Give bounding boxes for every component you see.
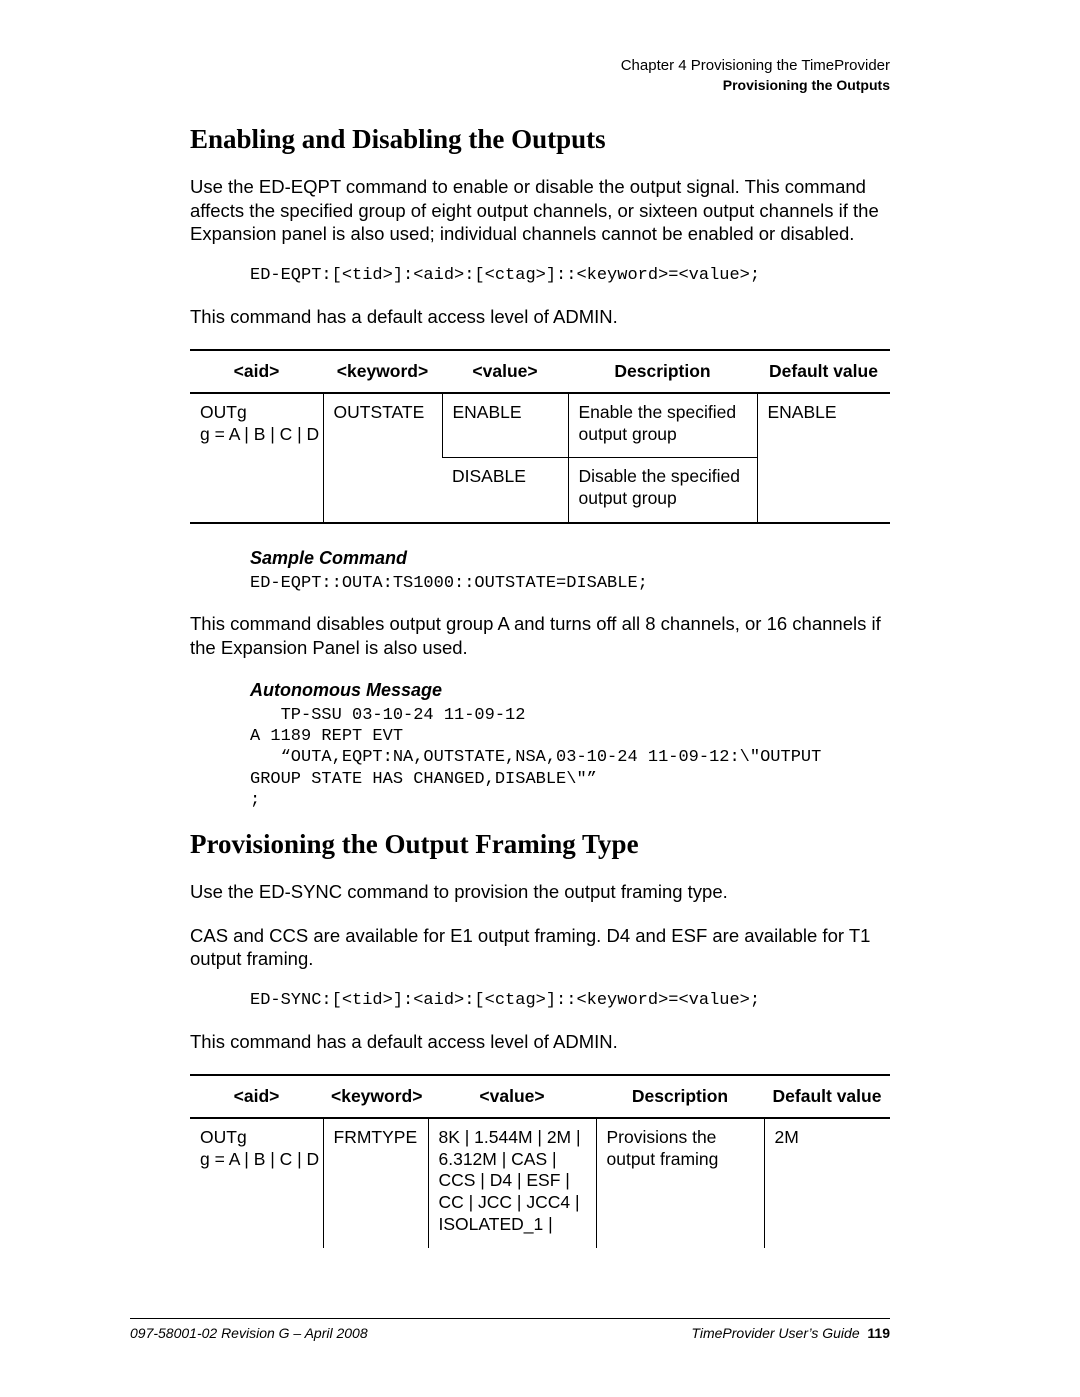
- cell-text: Enable the specified output group: [568, 393, 757, 458]
- cell-text: g = A | B | C | D: [200, 1149, 319, 1169]
- cell-text: FRMTYPE: [323, 1118, 428, 1248]
- table-header-row: <aid> <keyword> <value> Description Defa…: [190, 350, 890, 393]
- col-value: <value>: [442, 350, 568, 393]
- running-header: Chapter 4 Provisioning the TimeProvider …: [621, 56, 890, 94]
- col-default: Default value: [764, 1075, 890, 1118]
- footer-title-page: TimeProvider User’s Guide 119: [691, 1325, 890, 1341]
- command-syntax: ED-SYNC:[<tid>]:<aid>:[<ctag>]::<keyword…: [250, 991, 890, 1010]
- cell-text: OUTg: [200, 402, 247, 422]
- header-section: Provisioning the Outputs: [621, 76, 890, 94]
- body-text: Use the ED-EQPT command to enable or dis…: [190, 175, 890, 246]
- body-text: Use the ED-SYNC command to provision the…: [190, 880, 890, 904]
- autonomous-message-heading: Autonomous Message: [250, 680, 890, 701]
- page-footer: 097-58001-02 Revision G – April 2008 Tim…: [130, 1318, 890, 1341]
- cell-text: 8K | 1.544M | 2M | 6.312M | CAS | CCS | …: [428, 1118, 596, 1248]
- col-value: <value>: [428, 1075, 596, 1118]
- col-description: Description: [596, 1075, 764, 1118]
- command-syntax: ED-EQPT:[<tid>]:<aid>:[<ctag>]::<keyword…: [250, 266, 890, 285]
- body-text: This command has a default access level …: [190, 1030, 890, 1054]
- parameter-table: <aid> <keyword> <value> Description Defa…: [190, 1074, 890, 1248]
- cell-text: OUTSTATE: [323, 393, 442, 524]
- page: Chapter 4 Provisioning the TimeProvider …: [0, 0, 1080, 1397]
- cell-text: 2M: [764, 1118, 890, 1248]
- cell-text: OUTg: [200, 1127, 247, 1147]
- table-row: OUTg g = A | B | C | D FRMTYPE 8K | 1.54…: [190, 1118, 890, 1248]
- footer-title: TimeProvider User’s Guide: [691, 1325, 859, 1341]
- col-keyword: <keyword>: [323, 350, 442, 393]
- header-chapter: Chapter 4 Provisioning the TimeProvider: [621, 56, 890, 76]
- section-heading: Enabling and Disabling the Outputs: [190, 124, 890, 155]
- page-number: 119: [867, 1325, 890, 1341]
- body-text: This command has a default access level …: [190, 305, 890, 329]
- cell-text: g = A | B | C | D: [200, 424, 319, 444]
- cell-text: Provisions the output framing: [596, 1118, 764, 1248]
- body-text: CAS and CCS are available for E1 output …: [190, 924, 890, 971]
- col-keyword: <keyword>: [323, 1075, 428, 1118]
- col-description: Description: [568, 350, 757, 393]
- col-aid: <aid>: [190, 350, 323, 393]
- col-default: Default value: [757, 350, 890, 393]
- col-aid: <aid>: [190, 1075, 323, 1118]
- parameter-table: <aid> <keyword> <value> Description Defa…: [190, 349, 890, 525]
- section-heading: Provisioning the Output Framing Type: [190, 829, 890, 860]
- cell-text: Disable the specified output group: [568, 458, 757, 523]
- body-text: This command disables output group A and…: [190, 612, 890, 659]
- sample-command-heading: Sample Command: [250, 548, 890, 569]
- autonomous-message-code: TP-SSU 03-10-24 11-09-12 A 1189 REPT EVT…: [250, 705, 890, 811]
- footer-revision: 097-58001-02 Revision G – April 2008: [130, 1325, 368, 1341]
- table-row: OUTg g = A | B | C | D OUTSTATE ENABLE E…: [190, 393, 890, 458]
- table-header-row: <aid> <keyword> <value> Description Defa…: [190, 1075, 890, 1118]
- sample-command-code: ED-EQPT::OUTA:TS1000::OUTSTATE=DISABLE;: [250, 573, 890, 594]
- cell-text: ENABLE: [442, 393, 568, 458]
- content: Enabling and Disabling the Outputs Use t…: [190, 124, 890, 1248]
- cell-text: DISABLE: [442, 458, 568, 523]
- cell-text: ENABLE: [757, 393, 890, 524]
